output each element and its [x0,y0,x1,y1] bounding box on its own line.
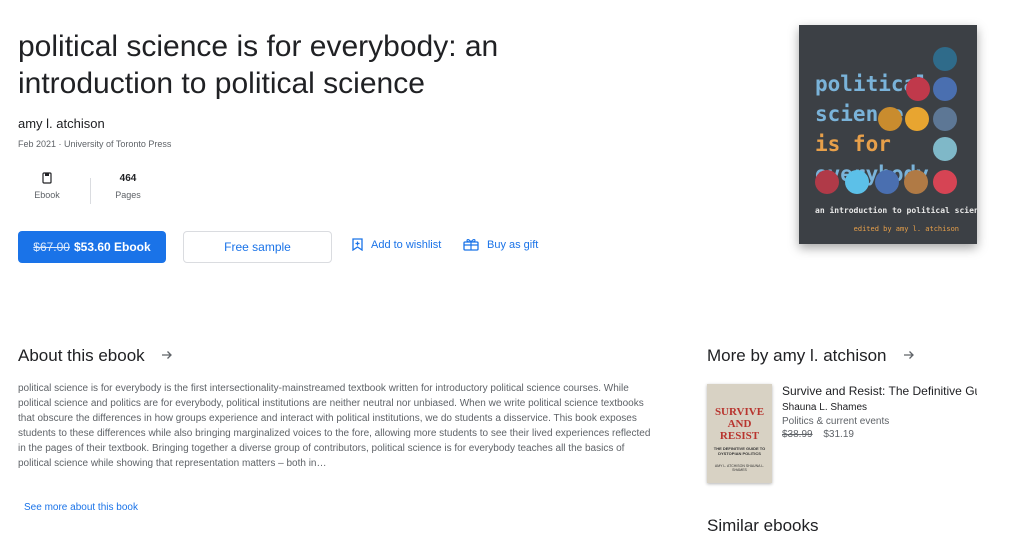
arrow-right-icon [903,346,915,366]
gift-label: Buy as gift [487,238,539,251]
book-stats: Ebook 464 Pages [18,172,157,204]
ebook-icon [42,172,52,186]
rec-price-row: $38.99 $31.19 [782,429,982,440]
book-author-link[interactable]: amy l. atchison [18,116,105,131]
stat-divider [90,178,91,204]
cover-line-3: is for [815,132,891,156]
cover-editor: edited by amy l. atchison [853,225,959,233]
buy-price-label: $53.60 Ebook [73,240,151,254]
similar-ebooks-heading[interactable]: Similar ebooks [707,516,819,536]
rec-cover-subtitle: THE DEFINITIVE GUIDE TO DYSTOPIAN POLITI… [713,446,766,456]
stat-pages: 464 Pages [99,172,157,200]
format-label: Ebook [34,190,60,200]
old-price: $67.00 [33,240,70,254]
portrait-dot [845,170,869,194]
portrait-dot [933,47,957,71]
portrait-dot [905,107,929,131]
rec-category: Politics & current events [782,416,890,427]
recommended-book-info: Survive and Resist: The Definitive Gui S… [782,384,982,483]
portrait-dot [815,170,839,194]
portrait-dot [933,170,957,194]
portrait-dot [933,107,957,131]
more-by-heading: More by amy l. atchison [707,346,887,365]
stat-format: Ebook [18,172,76,200]
book-title: political science is for everybody: an i… [18,30,499,100]
rec-price: $31.19 [823,429,854,440]
rec-old-price: $38.99 [782,429,813,440]
about-heading: About this ebook [18,346,145,365]
rec-title[interactable]: Survive and Resist: The Definitive Gui [782,384,977,398]
portrait-dot [933,137,957,161]
more-by-heading-link[interactable]: More by amy l. atchison [707,346,915,366]
cover-subtitle: an introduction to political science [815,206,977,215]
pages-label: Pages [115,190,141,200]
recommended-book-card[interactable]: SURVIVE AND RESIST THE DEFINITIVE GUIDE … [707,384,982,483]
recommended-book-cover[interactable]: SURVIVE AND RESIST THE DEFINITIVE GUIDE … [707,384,772,483]
pages-count: 464 [119,173,137,184]
portrait-dot [933,77,957,101]
rec-author: Shauna L. Shames [782,402,868,413]
rec-cover-title: SURVIVE AND RESIST [714,406,765,442]
buy-ebook-button[interactable]: $67.00 $53.60 Ebook [18,231,166,263]
about-description: political science is for everybody is th… [18,383,651,469]
free-sample-button[interactable]: Free sample [183,231,332,263]
portrait-dot [906,77,930,101]
buy-as-gift-button[interactable]: Buy as gift [463,238,538,251]
wishlist-label: Add to wishlist [371,238,442,251]
see-more-link[interactable]: See more about this book [24,502,138,513]
arrow-right-icon [161,346,173,366]
about-heading-link[interactable]: About this ebook [18,346,173,366]
rec-cover-authors: AMY L. ATCHISON SHAUNA L. SHAMES [714,464,765,472]
bookmark-add-icon [352,238,363,251]
portrait-dot [878,107,902,131]
portrait-dot [904,170,928,194]
add-to-wishlist-button[interactable]: Add to wishlist [352,238,441,251]
portrait-dot [875,170,899,194]
book-meta: Feb 2021 · University of Toronto Press [18,139,172,149]
gift-icon [463,238,479,251]
book-cover-image[interactable]: political science is for everybody an in… [799,25,977,244]
